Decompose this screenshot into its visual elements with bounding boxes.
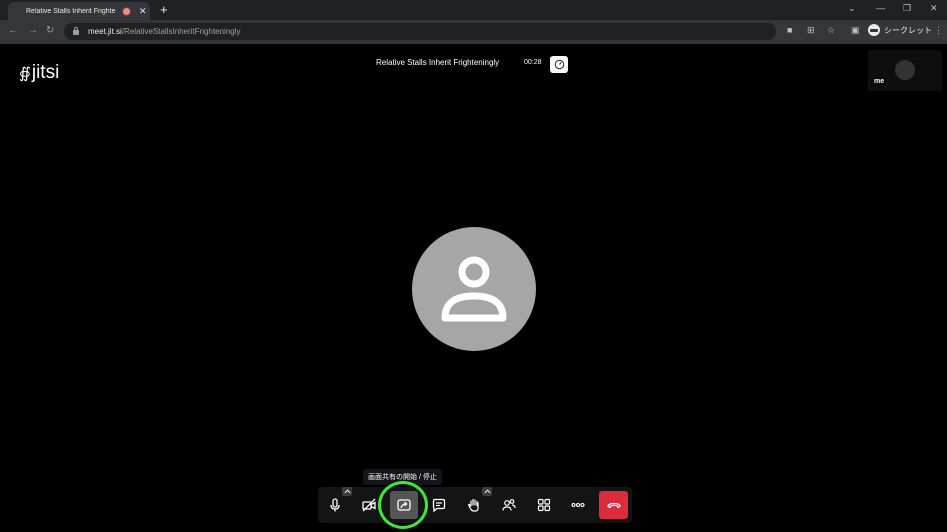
chat-button[interactable]: [425, 491, 453, 519]
back-arrow-icon[interactable]: ←: [8, 25, 18, 36]
meeting-toolbar: [318, 487, 632, 523]
tab-title: Relative Stalls Inherit Frighte: [26, 7, 116, 15]
tab-close-button[interactable]: ✕: [139, 6, 147, 17]
leave-meeting-button[interactable]: [599, 491, 628, 519]
recording-indicator-icon: [123, 7, 130, 15]
gauge-icon: [554, 59, 564, 70]
audio-settings-caret[interactable]: [342, 487, 352, 496]
chevron-up-icon: [344, 489, 350, 494]
tile-view-button[interactable]: [530, 491, 558, 519]
side-panel-icon[interactable]: ▣: [851, 25, 860, 36]
url-host: meet.jit.si: [88, 27, 122, 36]
reload-icon[interactable]: ↻: [46, 25, 54, 36]
browser-toolbar: ← → ↻ meet.jit.si/RelativeStallsInheritF…: [0, 20, 947, 44]
hangup-icon: [606, 502, 621, 509]
user-placeholder-icon: [441, 256, 507, 322]
self-view-thumbnail[interactable]: me: [868, 50, 942, 91]
participants-icon: [502, 499, 516, 511]
jitsi-logo[interactable]: ∯ jitsi: [19, 62, 59, 84]
forward-arrow-icon[interactable]: →: [28, 25, 38, 36]
camera-off-icon: [362, 498, 376, 512]
browser-tab-strip: Relative Stalls Inherit Frighte ✕ + ⌄ — …: [0, 0, 947, 20]
chat-icon: [432, 498, 446, 513]
url-path: /RelativeStallsInheritFrighteningly: [121, 27, 241, 36]
browser-tab[interactable]: Relative Stalls Inherit Frighte ✕: [8, 2, 150, 20]
qr-code-icon[interactable]: ⊞: [807, 25, 815, 36]
meeting-title: Relative Stalls Inherit Frighteningly: [376, 58, 500, 67]
self-name-label: me: [871, 77, 888, 86]
participants-button[interactable]: [495, 491, 523, 519]
lock-icon: [73, 27, 79, 35]
restore-button[interactable]: ❐: [903, 3, 911, 14]
new-tab-button[interactable]: +: [160, 2, 168, 17]
microphone-icon: [330, 498, 340, 512]
logo-text: jitsi: [31, 62, 60, 83]
reactions-caret[interactable]: [482, 487, 492, 496]
close-window-button[interactable]: ✕: [930, 3, 938, 14]
tab-search-button[interactable]: ⌄: [848, 3, 856, 14]
jitsi-mark-icon: ∯: [19, 65, 31, 82]
bookmark-star-icon[interactable]: ☆: [827, 25, 835, 36]
self-avatar: [895, 60, 915, 80]
chevron-up-icon: [484, 489, 490, 494]
tile-view-icon: [537, 498, 551, 512]
connection-stats-button[interactable]: [550, 56, 568, 73]
minimize-button[interactable]: —: [876, 3, 885, 13]
highlight-ring: [378, 481, 428, 529]
address-bar[interactable]: meet.jit.si/RelativeStallsInheritFrighte…: [64, 23, 776, 40]
incognito-profile[interactable]: シークレット: [868, 24, 932, 36]
participant-avatar: [412, 227, 536, 351]
browser-menu-icon[interactable]: ⋮: [934, 25, 943, 36]
incognito-label: シークレット: [884, 25, 932, 35]
meeting-timer: 00:28: [524, 59, 542, 66]
more-icon: [571, 502, 585, 508]
incognito-icon: [868, 24, 880, 36]
more-actions-button[interactable]: [564, 491, 592, 519]
raise-hand-icon: [468, 498, 479, 512]
camera-in-use-icon[interactable]: ■: [787, 25, 792, 35]
